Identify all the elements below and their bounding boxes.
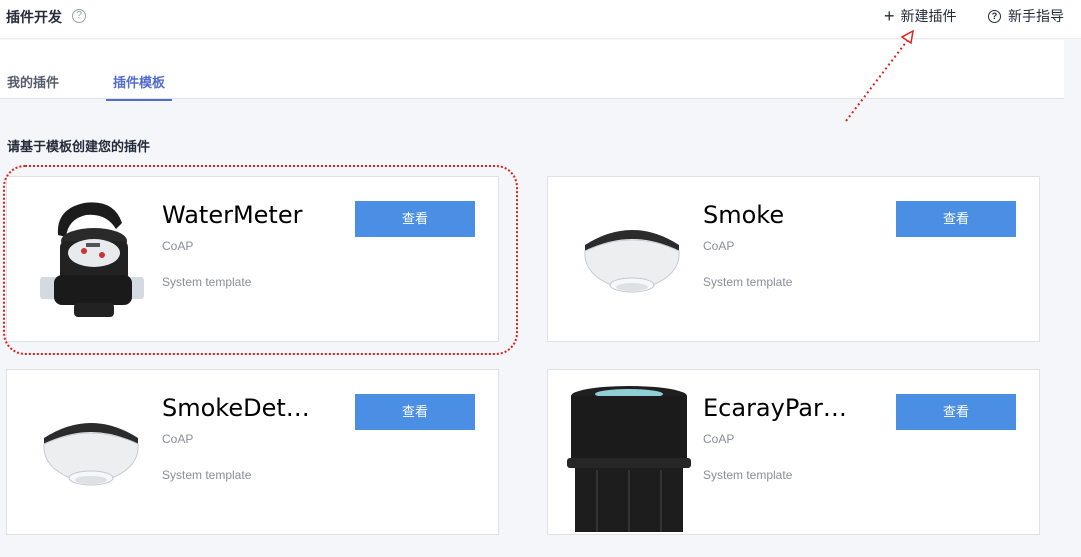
template-card-smokedet[interactable]: SmokeDet… CoAP System template 查看	[6, 369, 499, 535]
water-meter-image	[21, 177, 161, 343]
beginner-guide-button[interactable]: ? 新手指导	[988, 6, 1064, 26]
template-name: EcarayPar…	[703, 394, 847, 422]
template-protocol: CoAP	[162, 432, 194, 446]
view-button[interactable]: 查看	[355, 201, 475, 237]
template-card-smoke[interactable]: Smoke CoAP System template 查看	[547, 176, 1040, 342]
view-button[interactable]: 查看	[896, 201, 1016, 237]
tab-plugin-templates[interactable]: 插件模板	[106, 72, 173, 101]
section-title: 请基于模板创建您的插件	[7, 139, 151, 154]
page-title: 插件开发	[6, 9, 62, 25]
view-button[interactable]: 查看	[896, 394, 1016, 430]
tab-my-plugins[interactable]: 我的插件	[7, 72, 59, 99]
smoke-detector-image	[562, 177, 702, 343]
template-name: SmokeDet…	[162, 394, 310, 422]
template-type: System template	[703, 468, 793, 482]
new-plugin-label: 新建插件	[900, 8, 957, 24]
template-protocol: CoAP	[703, 239, 735, 253]
view-button[interactable]: 查看	[355, 394, 475, 430]
template-name: Smoke	[703, 201, 785, 229]
smoke-detector-image	[21, 370, 161, 536]
parking-sensor-image	[562, 370, 702, 536]
template-name: WaterMeter	[162, 201, 303, 229]
question-icon: ?	[988, 9, 1001, 23]
template-type: System template	[703, 275, 793, 289]
new-plugin-button[interactable]: + 新建插件	[884, 6, 957, 26]
tab-bar: 我的插件 插件模板	[0, 40, 1064, 101]
template-protocol: CoAP	[703, 432, 735, 446]
template-card-ecaraypar[interactable]: EcarayPar… CoAP System template 查看	[547, 369, 1040, 535]
template-protocol: CoAP	[162, 239, 194, 253]
template-type: System template	[162, 275, 252, 289]
plus-icon: +	[884, 6, 895, 26]
template-card-watermeter[interactable]: WaterMeter CoAP System template 查看	[6, 176, 499, 342]
guide-label: 新手指导	[1008, 8, 1064, 24]
help-icon[interactable]: ?	[72, 9, 86, 23]
template-type: System template	[162, 468, 252, 482]
page-header: 插件开发 ? + 新建插件 ? 新手指导	[0, 0, 1081, 39]
